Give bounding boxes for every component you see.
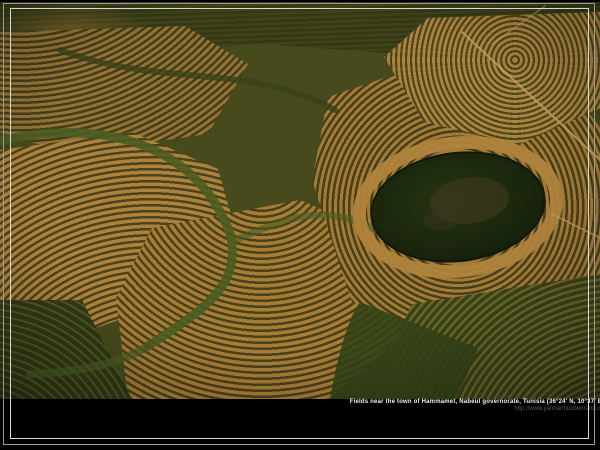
photo-vignette [0, 2, 600, 399]
caption-block: Fields near the town of Hammamet, Nabeul… [0, 399, 600, 413]
photo-caption: Fields near the town of Hammamet, Nabeul… [0, 399, 600, 406]
aerial-photo [0, 2, 600, 399]
wallpaper-image: Fields near the town of Hammamet, Nabeul… [0, 0, 600, 450]
photo-artwork [0, 2, 600, 399]
photo-credit-url: http://www.yannarthusbertrand.org [0, 406, 600, 413]
